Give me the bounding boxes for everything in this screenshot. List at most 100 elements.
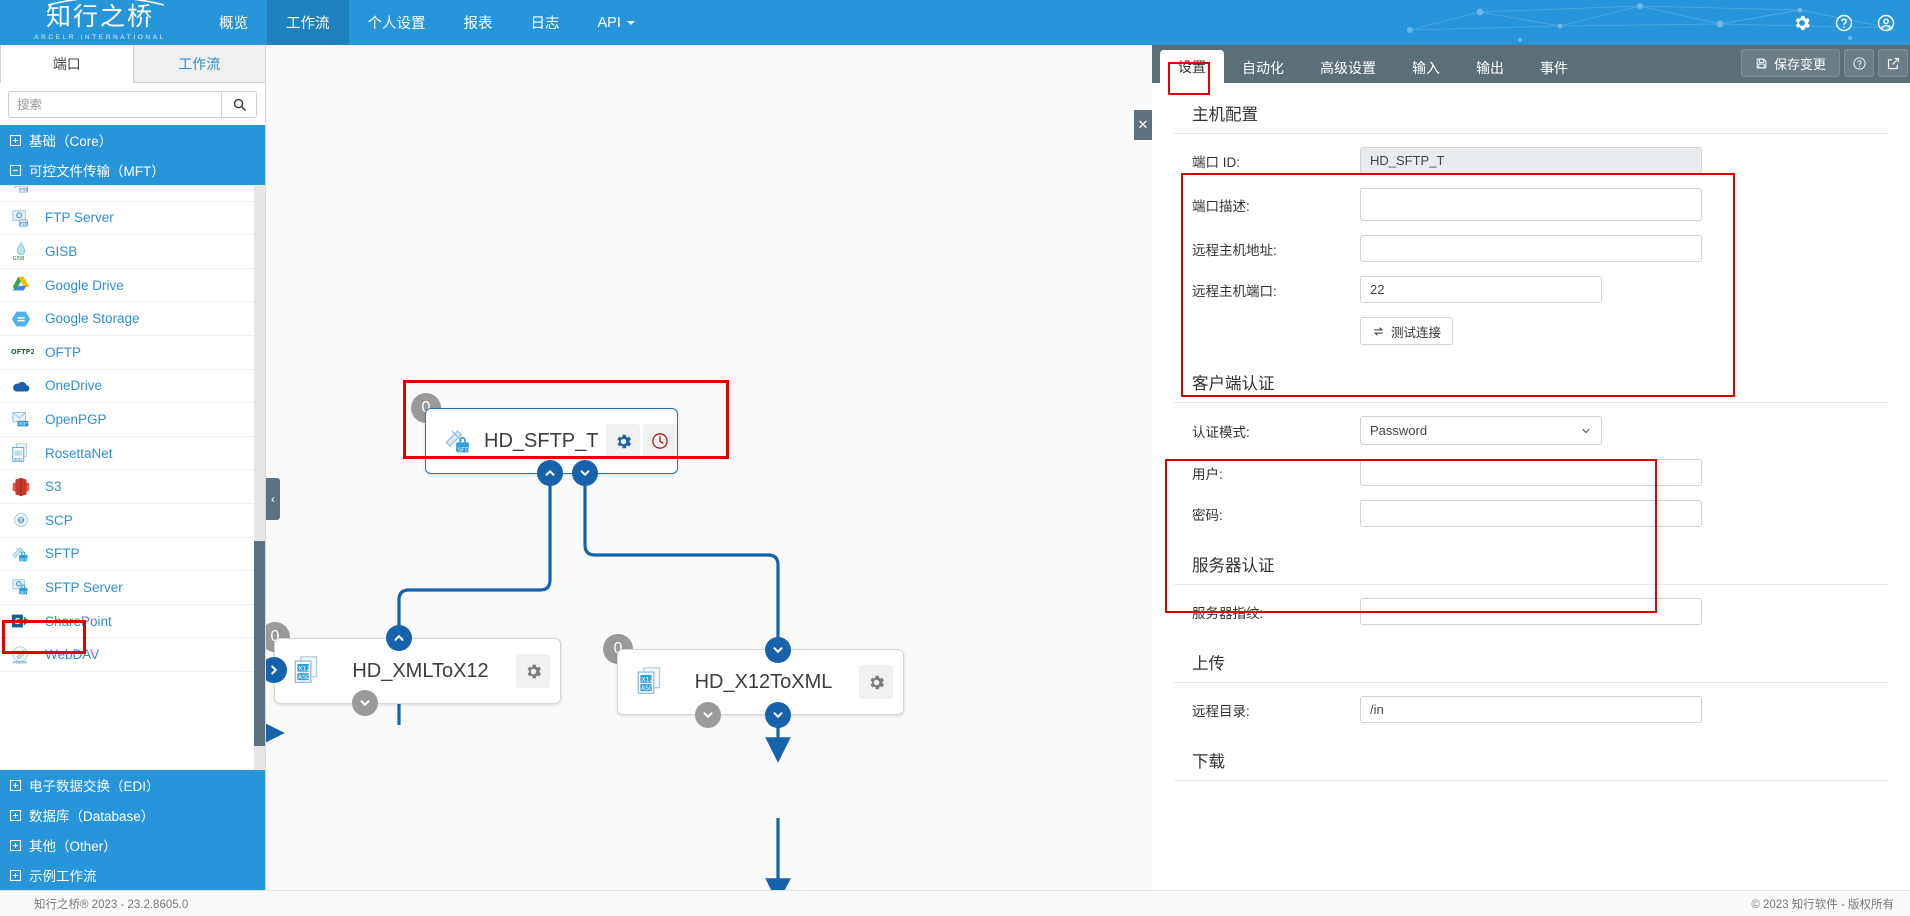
save-button[interactable]: 保存变更 (1740, 49, 1840, 77)
node-input-chevron-up[interactable] (386, 625, 412, 651)
list-item-gisb[interactable]: GISB GISB (0, 235, 265, 269)
sidebar-collapse-handle[interactable]: ‹ (266, 478, 280, 520)
sidebar-group-sample-workflows[interactable]: 示例工作流 (0, 860, 265, 890)
list-item-s3[interactable]: S3 (0, 470, 265, 504)
node-output-chevron-down[interactable] (352, 690, 378, 716)
workflow-canvas[interactable]: 0 SFTP HD_SFTP_T 0 X12 ASC HD_XMLToX12 0… (266, 45, 1152, 890)
nav-item-api[interactable]: API (579, 0, 654, 45)
gear-icon[interactable] (1792, 13, 1812, 33)
nav-item-personal-settings[interactable]: 个人设置 (349, 0, 445, 45)
save-icon (1756, 58, 1767, 68)
list-item-ftp[interactable]: FTP (0, 186, 265, 202)
section-client-auth: 认证模式: Password 用户: 密码: (1174, 403, 1888, 534)
list-item-openpgp[interactable]: PGP OpenPGP (0, 403, 265, 437)
svg-text:PGP: PGP (18, 422, 27, 427)
test-connection-button[interactable]: 测试连接 (1360, 317, 1454, 345)
node-output-chevron-down-gray[interactable] (695, 702, 721, 728)
logo-text-cn: 知行之桥 (45, 3, 154, 31)
search-button[interactable] (221, 91, 257, 118)
field-row-test-connection: 测试连接 (1174, 310, 1888, 352)
remote-port-field[interactable] (1360, 276, 1602, 303)
node-output-chevron-up[interactable] (537, 460, 563, 486)
sidebar-group-label: 其他（Other） (29, 839, 117, 854)
tab-settings[interactable]: 设置 (1160, 50, 1224, 83)
workflow-node-x12toxml[interactable]: X12 ASC HD_X12ToXML (617, 649, 904, 715)
svg-text:SFTP: SFTP (20, 591, 30, 595)
gear-icon[interactable] (516, 654, 550, 688)
field-label: 远程主机端口: (1192, 283, 1277, 299)
tab-output[interactable]: 输出 (1458, 52, 1522, 83)
field-row-server-fingerprint: 服务器指纹: (1174, 591, 1888, 632)
nav-item-overview[interactable]: 概览 (200, 0, 267, 45)
list-item-webdav[interactable]: WEBDAV WebDAV (0, 638, 265, 672)
sidebar-group-edi[interactable]: 电子数据交换（EDI） (0, 770, 265, 800)
tab-input[interactable]: 输入 (1394, 52, 1458, 83)
sidebar-tab-ports[interactable]: 端口 (0, 45, 134, 83)
gear-icon[interactable] (606, 424, 641, 458)
nav-item-logs[interactable]: 日志 (512, 0, 579, 45)
google-storage-icon (10, 308, 32, 330)
node-output-chevron-down[interactable] (572, 460, 598, 486)
workflow-node-xmltox12[interactable]: X12 ASC HD_XMLToX12 (274, 638, 561, 704)
section-title-client-auth: 客户端认证 (1174, 352, 1888, 403)
user-field[interactable] (1360, 459, 1702, 486)
svg-text:GISB: GISB (13, 257, 25, 263)
sidebar-group-core[interactable]: 基础（Core） (0, 125, 265, 155)
app-logo[interactable]: 知行之桥 ARCELR INTERNATIONAL (0, 0, 200, 45)
tab-advanced[interactable]: 高级设置 (1302, 52, 1394, 83)
nav-item-workflow[interactable]: 工作流 (267, 0, 349, 45)
svg-text:OFTP2: OFTP2 (11, 348, 34, 356)
list-item-ftp-server[interactable]: FTP FTP Server (0, 202, 265, 236)
clock-icon[interactable] (643, 424, 678, 458)
auth-mode-select[interactable]: Password (1360, 416, 1602, 445)
search-input[interactable] (8, 91, 221, 118)
popout-button[interactable] (1878, 49, 1908, 77)
list-item-sharepoint[interactable]: S SharePoint (0, 605, 265, 639)
help-button[interactable] (1844, 49, 1874, 77)
nav-item-reports[interactable]: 报表 (445, 0, 512, 45)
remote-directory-field[interactable] (1360, 696, 1702, 723)
sidebar-port-list: FTP FTP FTP Server GISB GISB Google Driv… (0, 186, 265, 672)
sidebar-group-label: 电子数据交换（EDI） (29, 779, 160, 794)
list-item-sftp-server[interactable]: SFTP SFTP Server (0, 571, 265, 605)
help-icon[interactable] (1834, 13, 1854, 33)
list-item-label: WebDAV (45, 647, 100, 663)
settings-form: 主机配置 端口 ID: HD_SFTP_T 端口描述: 远程主机地址: 远程主机… (1152, 83, 1910, 890)
list-item-label: OneDrive (45, 378, 103, 394)
list-item-label: Google Storage (45, 311, 140, 327)
sidebar-scrollbar-thumb[interactable] (254, 541, 265, 746)
settings-tabs: 设置 自动化 高级设置 输入 输出 事件 保存变更 (1152, 45, 1910, 83)
gear-icon[interactable] (859, 665, 893, 699)
close-panel-handle[interactable]: ✕ (1134, 110, 1152, 140)
sidebar-group-database[interactable]: 数据库（Database） (0, 800, 265, 830)
tab-events[interactable]: 事件 (1522, 52, 1586, 83)
account-icon[interactable] (1876, 13, 1896, 33)
svg-text:ASC: ASC (298, 674, 310, 681)
list-item-google-storage[interactable]: Google Storage (0, 302, 265, 336)
password-field[interactable] (1360, 500, 1702, 527)
node-output-chevron-down[interactable] (765, 702, 791, 728)
list-item-rosettanet[interactable]: RNET RosettaNet (0, 437, 265, 471)
sidebar-group-mft[interactable]: 可控文件传输（MFT） (0, 155, 265, 185)
server-fingerprint-field[interactable] (1360, 598, 1702, 625)
sidebar-item-label: SFTP (45, 546, 80, 562)
sidebar-item-sftp[interactable]: SFTP SFTP (0, 538, 265, 572)
help-icon (1852, 56, 1866, 70)
test-connection-label: 测试连接 (1391, 325, 1442, 340)
sidebar-tab-workflows[interactable]: 工作流 (133, 45, 265, 83)
list-item-google-drive[interactable]: Google Drive (0, 269, 265, 303)
list-item-scp[interactable]: SCP SCP (0, 504, 265, 538)
svg-text:S: S (15, 616, 21, 626)
port-description-field[interactable] (1360, 188, 1702, 221)
tab-automation[interactable]: 自动化 (1224, 52, 1302, 83)
workflow-connectors (266, 432, 791, 890)
sidebar-group-other[interactable]: 其他（Other） (0, 830, 265, 860)
list-item-oftp[interactable]: OFTP2 OFTP (0, 336, 265, 370)
sidebar-scrollbar-track[interactable] (254, 186, 265, 770)
field-row-port-id: 端口 ID: HD_SFTP_T (1174, 140, 1888, 181)
field-row-remote-host: 远程主机地址: (1174, 228, 1888, 269)
remote-host-field[interactable] (1360, 235, 1702, 262)
node-input-chevron-down[interactable] (765, 637, 791, 663)
logo-text-en: ARCELR INTERNATIONAL (34, 33, 166, 41)
list-item-onedrive[interactable]: OneDrive (0, 370, 265, 404)
